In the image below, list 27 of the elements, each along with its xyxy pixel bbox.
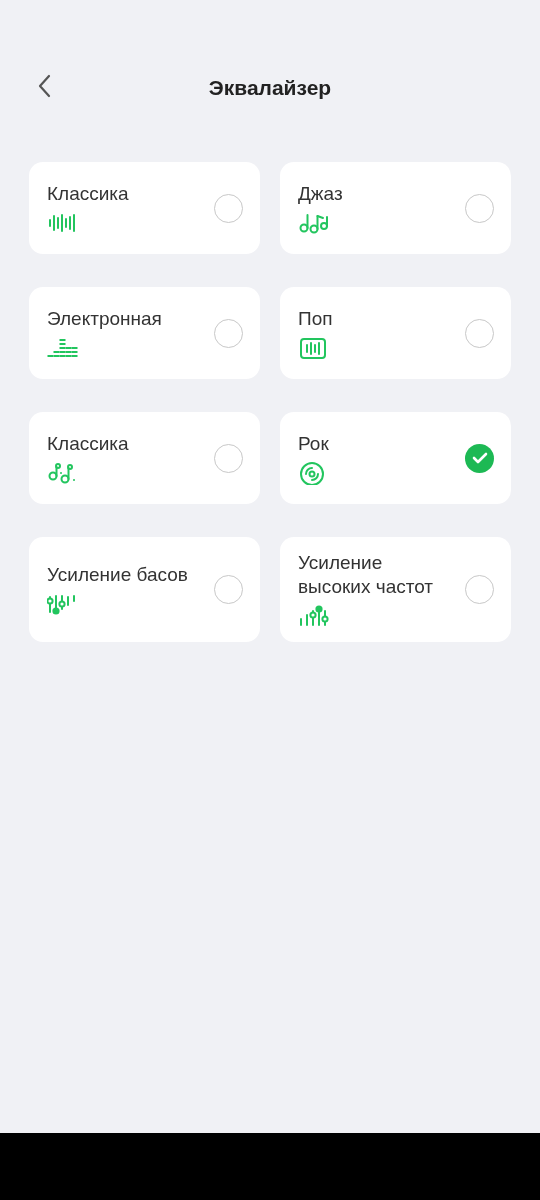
preset-card[interactable]: Классика (29, 162, 260, 254)
sound-wave-icon (47, 211, 78, 235)
back-icon (37, 74, 51, 98)
sliders-icon (298, 605, 329, 628)
equalizer-bars-icon (47, 336, 78, 360)
music-notes-icon (298, 211, 329, 235)
radio-button[interactable] (465, 443, 494, 473)
preset-card[interactable]: Джаз (280, 162, 511, 254)
music-notes-icon (47, 461, 78, 485)
sliders-icon (47, 593, 78, 616)
preset-card[interactable]: Усиление басов (29, 537, 260, 642)
preset-label: Классика (47, 431, 130, 456)
preset-card[interactable]: Классика (29, 412, 260, 504)
preset-label: Электронная (47, 306, 163, 331)
preset-label: Усиление басов (47, 563, 189, 587)
preset-label: Усиление высоких частот (298, 551, 435, 599)
preset-card[interactable]: Поп (280, 287, 511, 379)
preset-card[interactable]: Электронная (29, 287, 260, 379)
preset-card[interactable]: Усиление высоких частот (280, 537, 511, 642)
preset-label: Джаз (298, 181, 344, 206)
preset-card[interactable]: Рок (280, 412, 511, 504)
framed-sound-wave-icon (298, 336, 329, 360)
preset-label: Поп (298, 306, 334, 331)
check-icon (471, 452, 488, 464)
preset-label: Классика (47, 181, 130, 206)
screen-title: Эквалайзер (207, 75, 333, 101)
preset-label: Рок (298, 431, 330, 456)
